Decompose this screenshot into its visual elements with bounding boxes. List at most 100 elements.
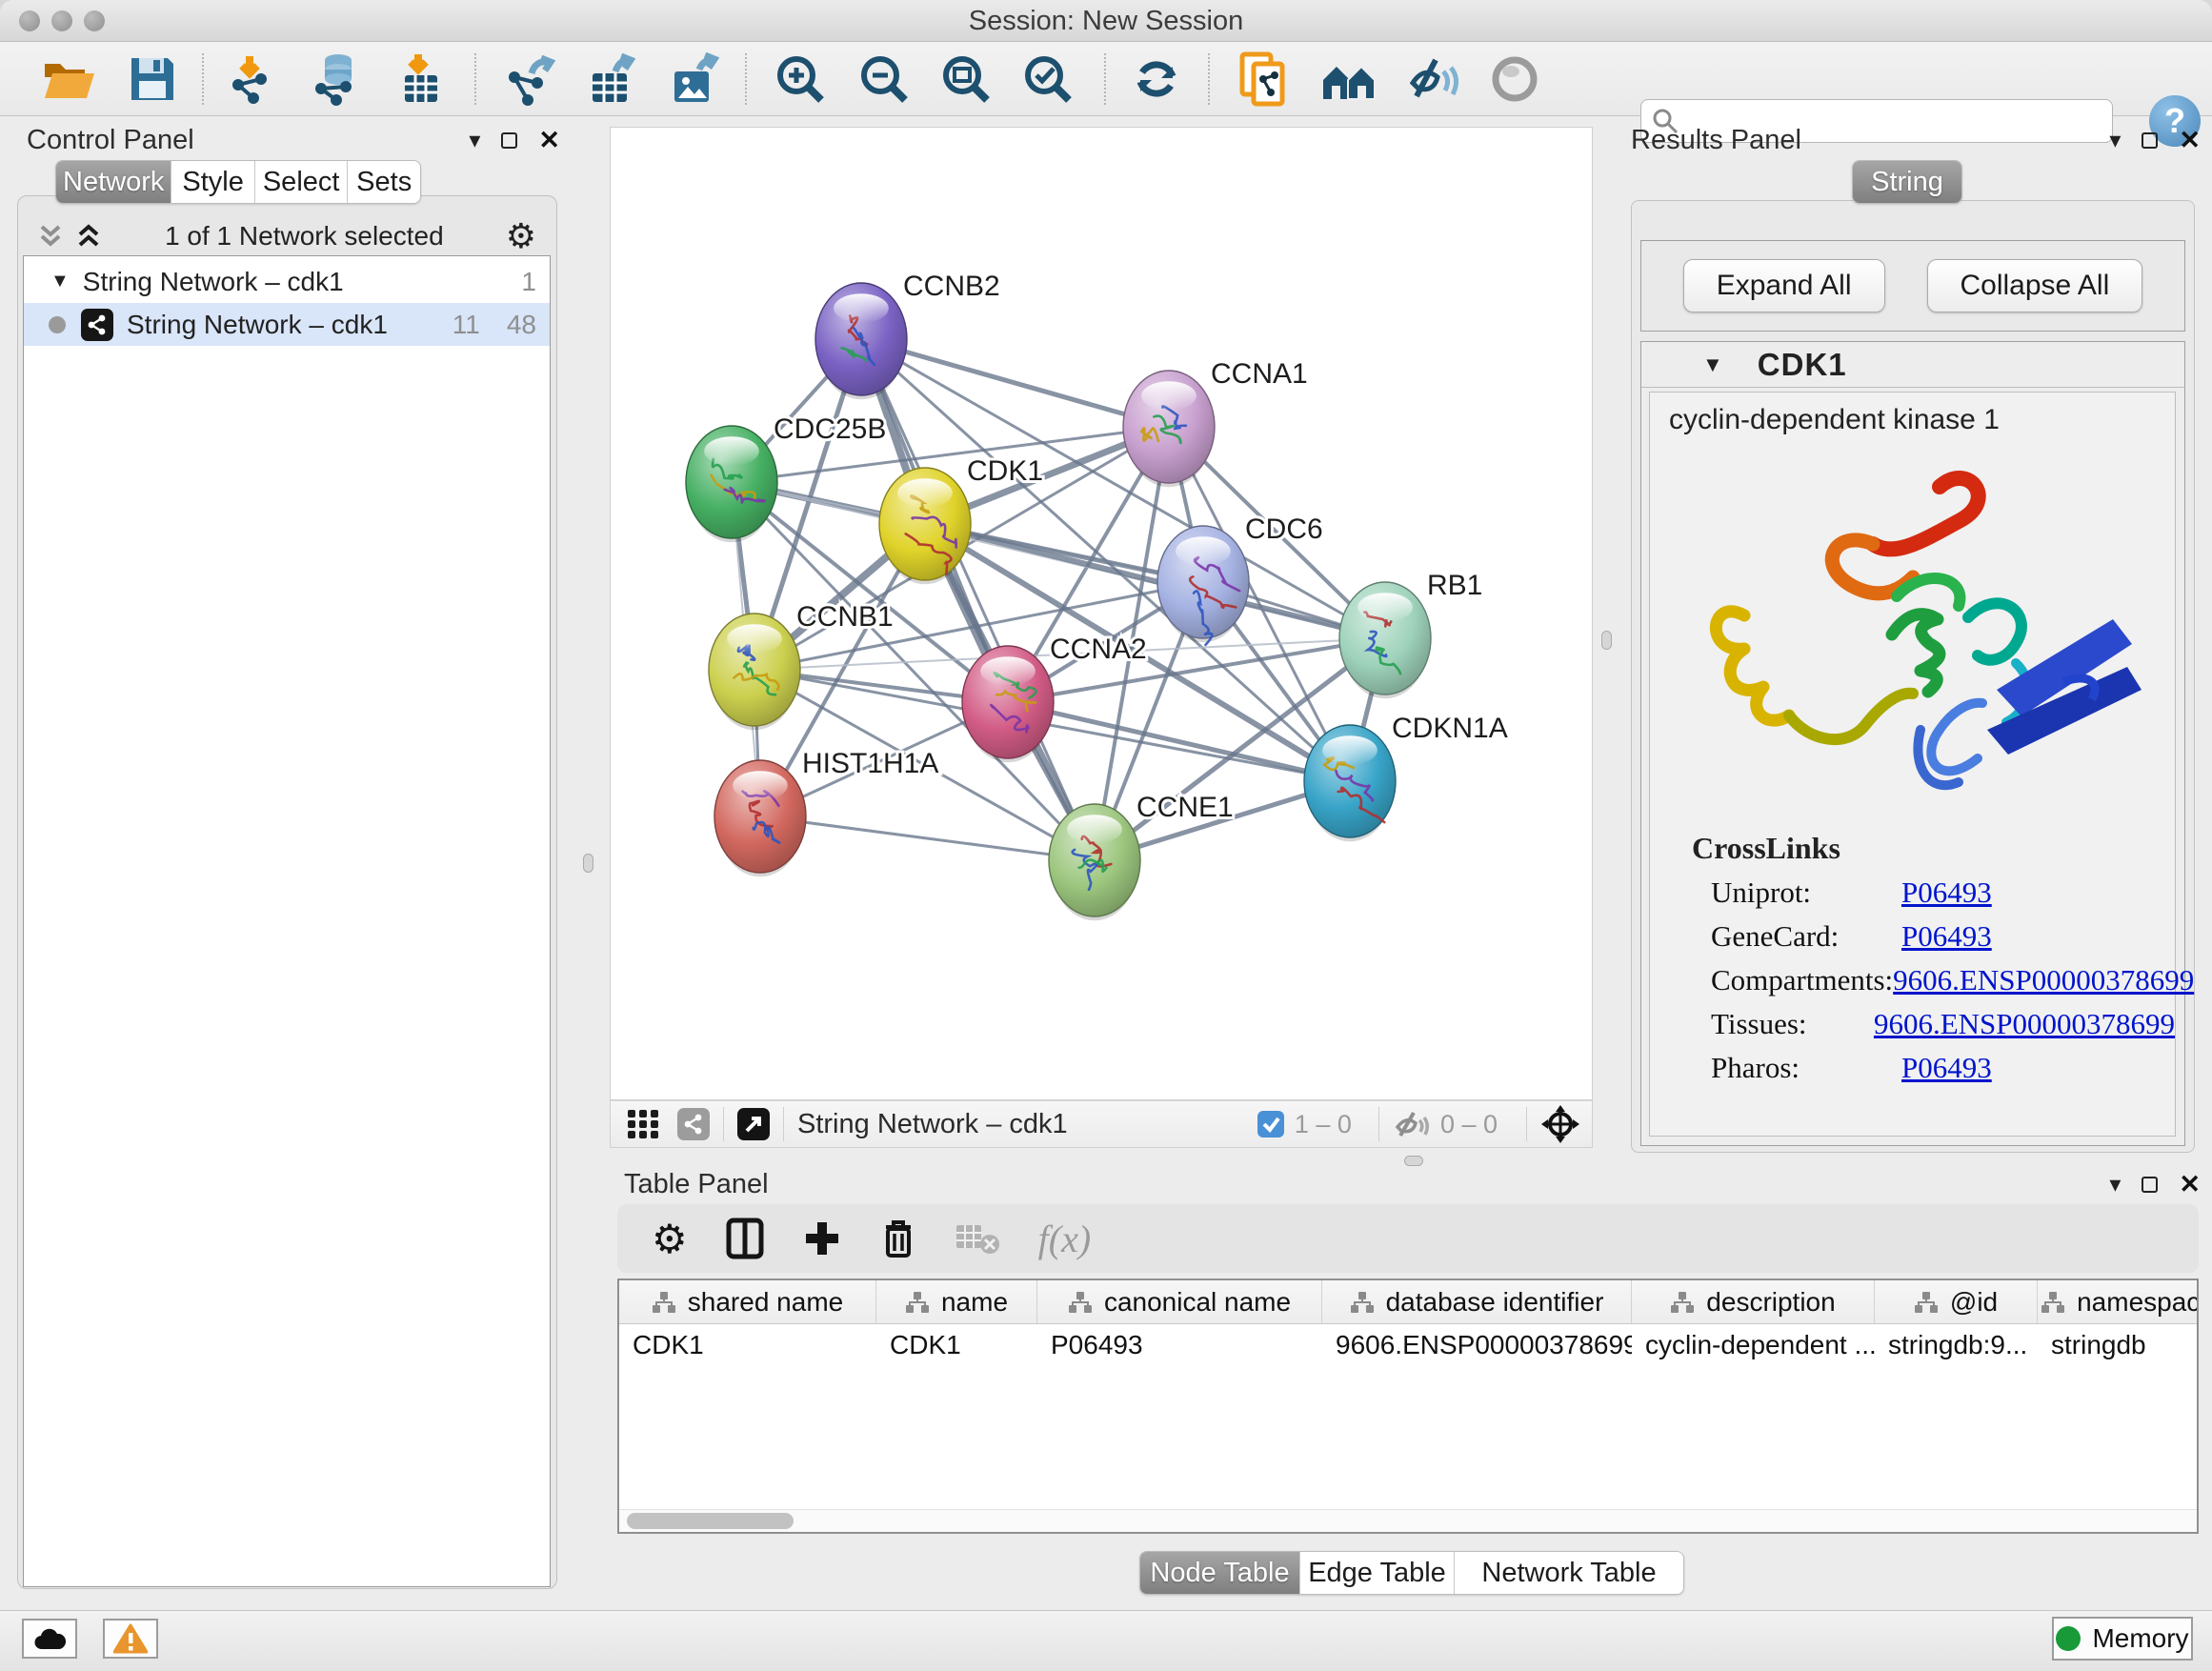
- tab-edge-table[interactable]: Edge Table: [1300, 1552, 1455, 1594]
- column-header-namespace[interactable]: namespace: [2038, 1280, 2199, 1323]
- tab-string[interactable]: String: [1853, 161, 1961, 203]
- zoom-in-button[interactable]: [770, 51, 831, 107]
- table-cell[interactable]: stringdb:9...: [1875, 1330, 2038, 1360]
- expand-all-button[interactable]: Expand All: [1683, 259, 1885, 312]
- zoom-out-button[interactable]: [854, 51, 915, 107]
- save-session-button[interactable]: [122, 51, 183, 107]
- tab-select[interactable]: Select: [255, 161, 348, 203]
- column-header--id[interactable]: @id: [1875, 1280, 2038, 1323]
- delete-column-icon[interactable]: [880, 1218, 916, 1259]
- crosslink-link[interactable]: 9606.ENSP00000378699: [1893, 963, 2194, 997]
- tab-network[interactable]: Network: [56, 161, 171, 203]
- table-panel-close-icon[interactable]: ✕: [2179, 1170, 2201, 1199]
- column-header-description[interactable]: description: [1632, 1280, 1875, 1323]
- right-splitter-handle[interactable]: [1601, 631, 1612, 650]
- import-table-button[interactable]: [391, 51, 452, 107]
- refresh-button[interactable]: [1126, 51, 1187, 107]
- collection-expander-icon[interactable]: ▼: [50, 271, 70, 292]
- tab-style[interactable]: Style: [171, 161, 255, 203]
- crosslink-link[interactable]: P06493: [1901, 919, 1992, 954]
- tab-sets[interactable]: Sets: [348, 161, 420, 203]
- column-header-canonical-name[interactable]: canonical name: [1037, 1280, 1322, 1323]
- import-network-file-button[interactable]: [221, 51, 282, 107]
- network-collection-row[interactable]: ▼ String Network – cdk1 1: [24, 260, 550, 303]
- table-settings-gear-icon[interactable]: ⚙: [652, 1216, 688, 1262]
- string-home-button[interactable]: [1318, 51, 1379, 107]
- hscrollbar-thumb[interactable]: [627, 1513, 794, 1529]
- toolbar-separator: [202, 53, 204, 105]
- hidden-eye-icon[interactable]: [1393, 1109, 1431, 1139]
- zoom-in-icon: [774, 52, 827, 106]
- table-cell[interactable]: CDK1: [619, 1330, 876, 1360]
- string-view-badge-icon[interactable]: [677, 1108, 710, 1140]
- function-builder-icon[interactable]: f(x): [1038, 1217, 1092, 1261]
- open-in-browser-icon[interactable]: [737, 1108, 770, 1140]
- import-network-database-button[interactable]: [307, 51, 368, 107]
- export-table-button[interactable]: [581, 51, 642, 107]
- node-label-cdkn1a: CDKN1A: [1392, 713, 1508, 744]
- cdk1-section-header[interactable]: ▼ CDK1: [1641, 342, 2184, 388]
- crosslink-label: Uniprot:: [1711, 876, 1901, 910]
- left-splitter-handle[interactable]: [583, 854, 593, 873]
- delete-table-icon[interactable]: [955, 1221, 1000, 1256]
- collapse-all-button[interactable]: Collapse All: [1927, 259, 2143, 312]
- table-panel-float-icon[interactable]: [2142, 1177, 2158, 1193]
- memory-label: Memory: [2092, 1623, 2188, 1654]
- tab-network-table[interactable]: Network Table: [1455, 1552, 1683, 1594]
- collapse-all-icon[interactable]: [36, 223, 65, 250]
- bottom-splitter-handle[interactable]: [1404, 1156, 1423, 1166]
- network-tree: ▼ String Network – cdk1 1 String Network…: [23, 255, 551, 1587]
- open-session-button[interactable]: [38, 51, 99, 107]
- table-cell[interactable]: P06493: [1037, 1330, 1322, 1360]
- table-cell[interactable]: cyclin-dependent ...: [1632, 1330, 1875, 1360]
- window-close-button[interactable]: [19, 10, 40, 31]
- table-cell[interactable]: stringdb: [2038, 1330, 2199, 1360]
- column-header-name[interactable]: name: [876, 1280, 1037, 1323]
- column-header-shared-name[interactable]: shared name: [619, 1280, 876, 1323]
- control-panel-menu-icon[interactable]: ▾: [469, 127, 480, 154]
- results-panel-float-icon[interactable]: [2142, 132, 2158, 149]
- cdk1-expander-icon[interactable]: ▼: [1702, 352, 1723, 377]
- export-image-button[interactable]: [663, 51, 724, 107]
- table-panel-menu-icon[interactable]: ▾: [2109, 1171, 2121, 1198]
- window-zoom-button[interactable]: [84, 10, 105, 31]
- results-panel-close-icon[interactable]: ✕: [2179, 126, 2201, 155]
- tab-node-table[interactable]: Node Table: [1140, 1552, 1300, 1594]
- network-canvas[interactable]: CCNB2CCNA1CDC25BCDK1CDC6RB1CCNB1CCNA2CDK…: [610, 127, 1593, 1100]
- export-network-button[interactable]: [499, 51, 560, 107]
- column-header-database-identifier[interactable]: database identifier: [1322, 1280, 1632, 1323]
- export-network-icon: [503, 52, 556, 106]
- crosslink-link[interactable]: P06493: [1901, 1051, 1992, 1085]
- grid-view-icon[interactable]: [626, 1108, 660, 1140]
- warnings-button[interactable]: [103, 1619, 158, 1659]
- control-panel-close-icon[interactable]: ✕: [538, 126, 560, 155]
- crosslink-link[interactable]: P06493: [1901, 876, 1992, 910]
- crosslink-label: Compartments:: [1711, 963, 1893, 997]
- clone-network-button[interactable]: [1233, 51, 1294, 107]
- show-glass-ball-button[interactable]: [1484, 51, 1545, 107]
- cloud-status-button[interactable]: [22, 1619, 77, 1659]
- expand-all-icon[interactable]: [74, 223, 103, 250]
- table-cell[interactable]: 9606.ENSP00000378699: [1322, 1330, 1632, 1360]
- selected-checkbox-icon[interactable]: [1257, 1110, 1285, 1138]
- table-hscrollbar[interactable]: [619, 1509, 2197, 1532]
- table-row[interactable]: CDK1CDK1P064939606.ENSP00000378699cyclin…: [619, 1324, 2197, 1366]
- memory-button[interactable]: Memory: [2052, 1617, 2193, 1661]
- table-cell[interactable]: CDK1: [876, 1330, 1037, 1360]
- selected-count: 1 – 0: [1295, 1110, 1352, 1139]
- control-panel-float-icon[interactable]: [501, 132, 517, 149]
- show-columns-icon[interactable]: [726, 1218, 764, 1259]
- enhance-labels-button[interactable]: [1400, 51, 1461, 107]
- protein-structure-image: [1654, 444, 2173, 825]
- results-panel-menu-icon[interactable]: ▾: [2109, 127, 2121, 154]
- zoom-selected-button[interactable]: [1017, 51, 1078, 107]
- node-table[interactable]: shared namenamecanonical namedatabase id…: [617, 1278, 2199, 1534]
- window-minimize-button[interactable]: [51, 10, 72, 31]
- crosslink-link[interactable]: 9606.ENSP00000378699: [1874, 1007, 2175, 1041]
- network-row[interactable]: String Network – cdk1 11 48: [24, 303, 550, 346]
- zoom-fit-button[interactable]: [935, 51, 996, 107]
- add-column-icon[interactable]: [802, 1218, 842, 1258]
- toolbar-separator: [745, 53, 747, 105]
- network-options-gear-icon[interactable]: ⚙: [506, 216, 536, 256]
- birds-eye-view-icon[interactable]: [1540, 1104, 1580, 1144]
